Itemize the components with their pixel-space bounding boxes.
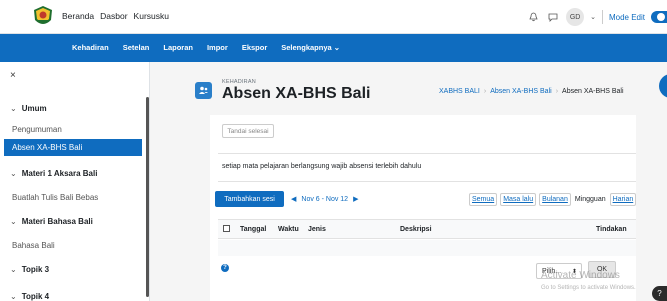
course-index-drawer: × ⌄ Umum Pengumuman Absen XA-BHS Bali ⌄ … — [0, 62, 150, 301]
breadcrumb-separator: › — [483, 88, 487, 95]
user-controls: GD ⌄ Mode Edit — [526, 8, 667, 26]
add-session-button[interactable]: Tambahkan sesi — [215, 191, 284, 207]
scrollbar[interactable] — [146, 97, 149, 297]
top-navbar: Beranda Dasbor Kursusku GD ⌄ Mode Edit — [0, 0, 667, 34]
prev-week-icon[interactable]: ◀ — [291, 195, 296, 203]
tab-setelan[interactable]: Setelan — [123, 43, 150, 52]
bell-icon[interactable] — [526, 10, 540, 24]
chat-icon[interactable] — [546, 10, 560, 24]
week-navigator: ◀ Nov 6 - Nov 12 ▶ — [291, 195, 358, 204]
block-drawer-toggle[interactable] — [659, 74, 667, 98]
view-filters: Semua Masa lalu Bulanan Mingguan Harian — [469, 193, 637, 206]
breadcrumb-activity[interactable]: Absen XA-BHS Bali — [490, 88, 551, 95]
divider — [218, 181, 636, 182]
select-all-checkbox[interactable] — [223, 225, 230, 232]
primary-nav: Beranda Dasbor Kursusku — [62, 11, 169, 21]
section-topik-3[interactable]: ⌄ Topik 3 — [10, 265, 49, 274]
divider — [218, 153, 636, 154]
chevron-down-icon[interactable]: ⌄ — [10, 217, 17, 226]
nav-dasbor[interactable]: Dasbor — [100, 11, 127, 21]
sidebar-item-absen[interactable]: Absen XA-BHS Bali — [4, 139, 142, 156]
tab-ekspor[interactable]: Ekspor — [242, 43, 267, 52]
filter-monthly[interactable]: Bulanan — [539, 193, 571, 206]
avatar[interactable]: GD — [566, 8, 585, 26]
filter-past[interactable]: Masa lalu — [500, 193, 537, 206]
nav-kursusku[interactable]: Kursusku — [134, 11, 169, 21]
chevron-down-icon[interactable]: ⌄ — [10, 169, 17, 178]
tab-impor[interactable]: Impor — [207, 43, 228, 52]
section-topik-4[interactable]: ⌄ Topik 4 — [10, 292, 49, 301]
breadcrumb: XABHS BALI › Absen XA-BHS Bali › Absen X… — [439, 88, 624, 95]
chevron-down-icon[interactable]: ⌄ — [10, 292, 17, 301]
divider — [601, 10, 603, 24]
tab-laporan[interactable]: Laporan — [163, 43, 193, 52]
mark-done-button[interactable]: Tandai selesai — [222, 124, 274, 138]
chevron-down-icon[interactable]: ⌄ — [10, 265, 17, 274]
section-label: Materi Bahasa Bali — [21, 217, 93, 226]
week-range[interactable]: Nov 6 - Nov 12 — [301, 196, 348, 203]
col-date[interactable]: Tanggal — [240, 226, 266, 233]
col-description: Deskripsi — [400, 226, 432, 233]
course-secondary-nav: Kehadiran Setelan Laporan Impor Ekspor S… — [0, 34, 667, 62]
sidebar-item-bahasa-bali[interactable]: Bahasa Bali — [12, 241, 55, 250]
section-materi-bahasa[interactable]: ⌄ Materi Bahasa Bali — [10, 217, 93, 226]
section-label: Topik 4 — [21, 292, 50, 301]
activity-description: setiap mata pelajaran berlangsung wajib … — [222, 163, 422, 170]
activate-windows-subtitle: Go to Settings to activate Windows. — [541, 285, 636, 291]
section-label: Materi 1 Aksara Bali — [21, 169, 98, 178]
section-umum[interactable]: ⌄ Umum — [10, 104, 47, 113]
next-week-icon[interactable]: ▶ — [353, 195, 358, 203]
help-float-button[interactable]: ? — [652, 286, 667, 301]
chevron-down-icon[interactable]: ⌄ — [10, 104, 17, 113]
filter-weekly: Mingguan — [574, 196, 606, 203]
table-empty-row — [218, 240, 636, 256]
section-label: Topik 3 — [21, 265, 50, 274]
edit-mode-label: Mode Edit — [608, 12, 645, 22]
breadcrumb-separator: › — [555, 88, 559, 95]
chevron-down-icon[interactable]: ⌄ — [590, 13, 596, 21]
site-logo[interactable] — [32, 5, 54, 29]
tab-more[interactable]: Selengkapnya ⌄ — [281, 43, 340, 52]
col-time[interactable]: Waktu — [278, 226, 299, 233]
sidebar-item-pengumuman[interactable]: Pengumuman — [12, 125, 62, 134]
breadcrumb-current: Absen XA-BHS Bali — [562, 88, 624, 95]
nav-beranda[interactable]: Beranda — [62, 11, 94, 21]
section-label: Umum — [21, 104, 47, 113]
col-actions: Tindakan — [596, 226, 627, 233]
close-icon[interactable]: × — [10, 70, 16, 81]
sessions-table-header: Tanggal Waktu Jenis Deskripsi Tindakan — [218, 219, 636, 239]
attendance-icon — [195, 82, 212, 99]
edit-mode-toggle[interactable] — [651, 11, 667, 23]
tab-kehadiran[interactable]: Kehadiran — [72, 43, 109, 52]
filter-all[interactable]: Semua — [469, 193, 498, 206]
filter-daily[interactable]: Harian — [609, 193, 637, 206]
activate-windows-title: Activate Windows — [541, 270, 620, 281]
help-icon[interactable]: ? — [221, 264, 229, 272]
page-title: Absen XA-BHS Bali — [222, 85, 371, 102]
breadcrumb-course[interactable]: XABHS BALI — [439, 88, 480, 95]
col-type: Jenis — [308, 226, 326, 233]
sidebar-item-tulis-bali[interactable]: Buatlah Tulis Bali Bebas — [12, 193, 98, 202]
section-materi-1[interactable]: ⌄ Materi 1 Aksara Bali — [10, 169, 97, 178]
